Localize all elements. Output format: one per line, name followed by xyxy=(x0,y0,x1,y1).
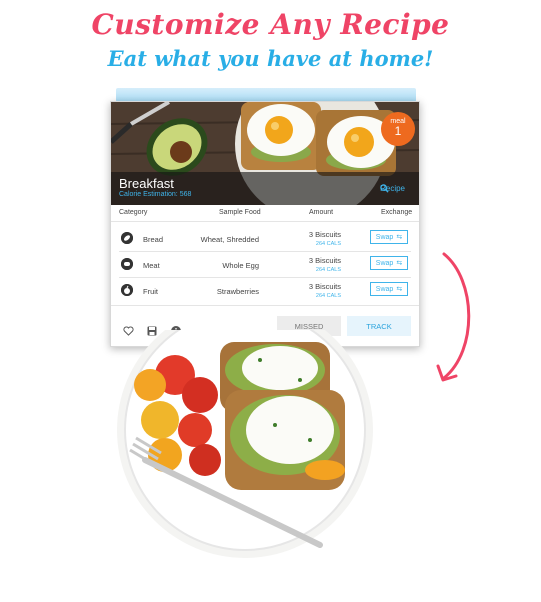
swap-arrows-icon: ⇆ xyxy=(396,260,403,267)
food-plate-image xyxy=(117,330,373,558)
swap-button-label: Swap xyxy=(375,233,394,241)
swap-button[interactable]: Swap ⇆ xyxy=(370,230,408,244)
divider xyxy=(111,221,419,222)
fruit-icon xyxy=(121,284,133,296)
table-row: Bread Wheat, Shredded 3 Biscuits 264 CAL… xyxy=(111,226,419,252)
meal-number-badge: meal 1 xyxy=(381,112,415,146)
bread-icon xyxy=(121,232,133,244)
row-cals: 264 CALS xyxy=(315,241,341,247)
row-amount: 3 Biscuits 264 CALS xyxy=(301,256,341,273)
row-sample-food: Whole Egg xyxy=(222,261,259,270)
swap-arrows-icon: ⇆ xyxy=(396,234,403,241)
row-category: Meat xyxy=(143,261,160,270)
row-amount-value: 3 Biscuits xyxy=(308,282,341,291)
card-stack-shadow xyxy=(116,88,416,102)
row-cals: 264 CALS xyxy=(315,267,341,273)
swap-arrows-icon: ⇆ xyxy=(396,286,403,293)
row-amount: 3 Biscuits 264 CALS xyxy=(301,282,341,299)
meal-hero-image: Breakfast Calorie Estimation: 568 Recipe… xyxy=(111,102,419,205)
meat-icon xyxy=(121,258,133,270)
calorie-estimation: Calorie Estimation: 568 xyxy=(119,191,192,198)
column-header-category: Category xyxy=(119,209,148,216)
row-sample-food: Wheat, Shredded xyxy=(200,235,259,244)
swap-button-label: Swap xyxy=(375,259,394,267)
headline-subtitle: Eat what you have at home! xyxy=(107,46,434,71)
swap-button-label: Swap xyxy=(375,285,394,293)
swap-button[interactable]: Swap ⇆ xyxy=(370,256,408,270)
column-header-amount: Amount xyxy=(309,209,334,216)
headline-title: Customize Any Recipe xyxy=(91,8,450,41)
row-category: Bread xyxy=(143,235,164,244)
table-row: Fruit Strawberries 3 Biscuits 264 CALS S… xyxy=(111,278,419,304)
row-amount-value: 3 Biscuits xyxy=(308,256,341,265)
row-amount-value: 3 Biscuits xyxy=(308,230,341,239)
table-row: Meat Whole Egg 3 Biscuits 264 CALS Swap … xyxy=(111,252,419,278)
row-amount: 3 Biscuits 264 CALS xyxy=(301,230,341,247)
column-header-sample-food: Sample Food xyxy=(219,209,261,216)
row-category: Fruit xyxy=(143,287,158,296)
swap-button[interactable]: Swap ⇆ xyxy=(370,282,408,296)
row-cals: 264 CALS xyxy=(315,293,341,299)
meal-card: Breakfast Calorie Estimation: 568 Recipe… xyxy=(110,101,420,347)
meal-title: Breakfast xyxy=(119,176,174,191)
recipe-link[interactable]: Recipe xyxy=(380,184,409,193)
meal-badge-number: 1 xyxy=(394,124,402,138)
divider xyxy=(111,305,419,306)
column-header-exchange: Exchange xyxy=(381,209,413,216)
row-sample-food: Strawberries xyxy=(216,287,259,296)
curved-arrow-icon xyxy=(436,252,471,382)
